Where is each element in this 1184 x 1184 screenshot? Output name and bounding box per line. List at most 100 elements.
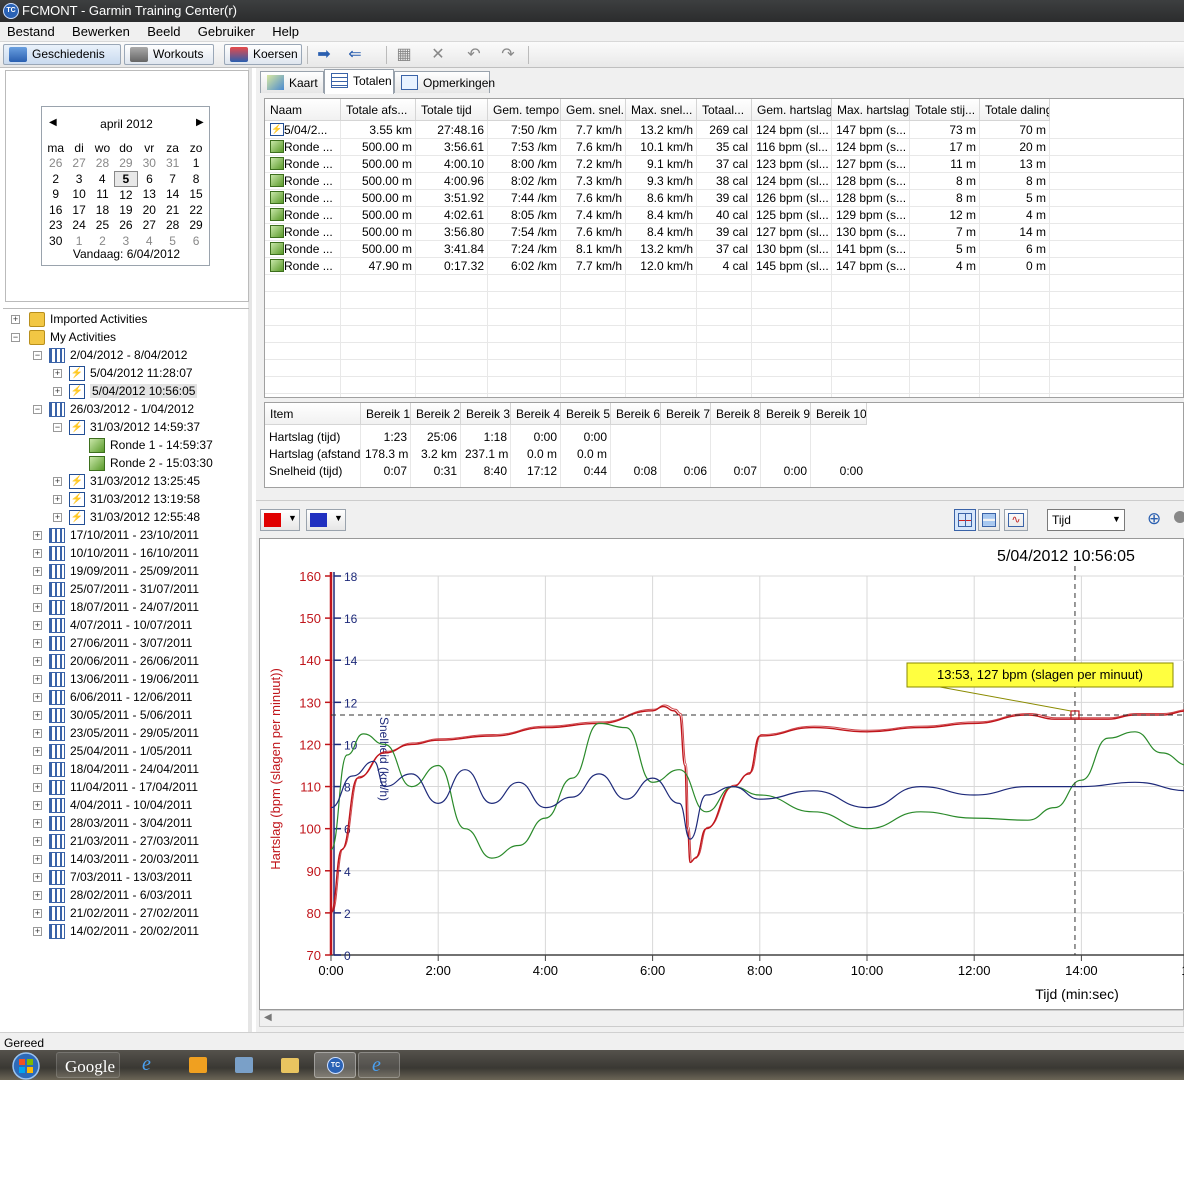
- table-row[interactable]: Ronde ... 47.90 m 0:17.32 6:02 /km 7.7 km/h 1…: [265, 258, 1050, 275]
- calendar-day[interactable]: 28: [91, 156, 114, 172]
- calendar-day[interactable]: 8: [184, 171, 207, 187]
- calendar-day[interactable]: 1: [184, 156, 207, 172]
- calendar-day[interactable]: 18: [91, 202, 114, 218]
- calendar-day[interactable]: 30: [138, 156, 161, 172]
- calendar-day[interactable]: 11: [91, 187, 114, 203]
- column-header[interactable]: Gem. hartslag: [752, 99, 832, 121]
- series2-color-button[interactable]: ▼: [306, 509, 346, 531]
- column-header[interactable]: Totale tijd: [416, 99, 488, 121]
- history-button[interactable]: Geschiedenis: [3, 44, 121, 65]
- table-row[interactable]: Ronde ... 500.00 m 3:51.92 7:44 /km 7.6 km/h…: [265, 190, 1050, 207]
- table-row[interactable]: Hartslag (tijd) 1:23 25:06 1:18 0:00 0:00: [265, 429, 867, 446]
- courses-button[interactable]: Koersen: [224, 44, 302, 65]
- collapse-icon[interactable]: −: [53, 423, 62, 432]
- tree-item-week[interactable]: − 2/04/2012 - 8/04/2012: [9, 347, 249, 365]
- send-to-device-icon[interactable]: ➡: [314, 46, 334, 64]
- tree-item-week[interactable]: +19/09/2011 - 25/09/2011: [9, 563, 249, 581]
- calendar-day[interactable]: 3: [67, 171, 90, 187]
- tree-item-week[interactable]: +30/05/2011 - 5/06/2011: [9, 707, 249, 725]
- tree-item-week[interactable]: +18/04/2011 - 24/04/2011: [9, 761, 249, 779]
- calendar-day[interactable]: 23: [44, 218, 67, 234]
- tree-item-lap[interactable]: Ronde 1 - 14:59:37: [9, 437, 249, 455]
- expand-icon[interactable]: +: [33, 603, 42, 612]
- calendar-day[interactable]: 10: [67, 187, 90, 203]
- calendar-day[interactable]: 4: [91, 171, 114, 187]
- collapse-icon[interactable]: −: [33, 351, 42, 360]
- heart-rate-chart[interactable]: 7080901001101201301401501600246810121416…: [260, 539, 1184, 1011]
- scroll-left-icon[interactable]: ◀: [264, 1012, 272, 1023]
- smoothing-toggle[interactable]: ∿: [1004, 509, 1028, 531]
- taskbar-google[interactable]: Google: [56, 1052, 120, 1078]
- split-view-toggle[interactable]: [978, 509, 1000, 531]
- column-header[interactable]: Item: [265, 403, 361, 425]
- menu-bewerken[interactable]: Bewerken: [65, 22, 137, 39]
- expand-icon[interactable]: +: [33, 747, 42, 756]
- undo-icon[interactable]: ↶: [464, 46, 484, 64]
- tree-item-week[interactable]: +20/06/2011 - 26/06/2011: [9, 653, 249, 671]
- tree-item-lap[interactable]: Ronde 2 - 15:03:30: [9, 455, 249, 473]
- series1-color-button[interactable]: ▼: [260, 509, 300, 531]
- calendar-day[interactable]: 29: [184, 218, 207, 234]
- expand-icon[interactable]: +: [33, 585, 42, 594]
- expand-icon[interactable]: +: [33, 891, 42, 900]
- taskbar-ie-window[interactable]: e: [358, 1052, 400, 1078]
- tree-item-week[interactable]: +13/06/2011 - 19/06/2011: [9, 671, 249, 689]
- column-header[interactable]: Bereik 6: [611, 403, 661, 425]
- calendar-day[interactable]: 22: [184, 202, 207, 218]
- calendar-day[interactable]: 27: [138, 218, 161, 234]
- expand-icon[interactable]: +: [53, 369, 62, 378]
- column-header[interactable]: Bereik 4: [511, 403, 561, 425]
- menu-bestand[interactable]: Bestand: [0, 22, 62, 39]
- crosshair-toggle[interactable]: [954, 509, 976, 531]
- tree-item-week[interactable]: +4/07/2011 - 10/07/2011: [9, 617, 249, 635]
- calendar-day[interactable]: 2: [44, 171, 67, 187]
- receive-from-device-icon[interactable]: ⇐: [340, 46, 370, 64]
- calendar-day[interactable]: 21: [161, 202, 184, 218]
- zoom-out-icon[interactable]: [1174, 511, 1184, 523]
- column-header[interactable]: Bereik 5: [561, 403, 611, 425]
- tree-item-week[interactable]: +6/06/2011 - 12/06/2011: [9, 689, 249, 707]
- calendar-day[interactable]: 12: [114, 187, 137, 203]
- calendar-day[interactable]: 9: [44, 187, 67, 203]
- calendar-day[interactable]: 14: [161, 187, 184, 203]
- tree-item-week[interactable]: +28/02/2011 - 6/03/2011: [9, 887, 249, 905]
- tree-item-week[interactable]: +21/03/2011 - 27/03/2011: [9, 833, 249, 851]
- expand-icon[interactable]: +: [33, 801, 42, 810]
- expand-icon[interactable]: +: [33, 567, 42, 576]
- expand-icon[interactable]: +: [33, 783, 42, 792]
- calendar-day[interactable]: 16: [44, 202, 67, 218]
- expand-icon[interactable]: +: [33, 837, 42, 846]
- taskbar-app[interactable]: [230, 1052, 258, 1078]
- tab-opmerkingen[interactable]: Opmerkingen: [394, 71, 495, 93]
- tree-item-imported[interactable]: + Imported Activities: [9, 311, 249, 329]
- expand-icon[interactable]: +: [33, 531, 42, 540]
- tree-item-week[interactable]: +14/02/2011 - 20/02/2011: [9, 923, 249, 941]
- calendar-day[interactable]: 29: [114, 156, 137, 172]
- column-header[interactable]: Bereik 3: [461, 403, 511, 425]
- calendar-day[interactable]: 20: [138, 202, 161, 218]
- expand-icon[interactable]: +: [33, 621, 42, 630]
- calendar-day[interactable]: 6: [138, 171, 161, 187]
- calendar-day[interactable]: 25: [91, 218, 114, 234]
- taskbar-explorer[interactable]: [276, 1052, 304, 1078]
- tree-item-week[interactable]: +25/07/2011 - 31/07/2011: [9, 581, 249, 599]
- column-header[interactable]: Naam: [265, 99, 341, 121]
- table-row[interactable]: Ronde ... 500.00 m 4:02.61 8:05 /km 7.4 km/h…: [265, 207, 1050, 224]
- column-header[interactable]: Max. hartslag: [832, 99, 910, 121]
- tree-item-activity[interactable]: + ⚡ 5/04/2012 11:28:07: [9, 365, 249, 383]
- column-header[interactable]: Max. snel...: [626, 99, 697, 121]
- calendar-day[interactable]: 26: [44, 156, 67, 172]
- column-header[interactable]: Totaal...: [697, 99, 752, 121]
- expand-icon[interactable]: +: [33, 819, 42, 828]
- menu-beeld[interactable]: Beeld: [140, 22, 187, 39]
- tree-item-week[interactable]: +4/04/2011 - 10/04/2011: [9, 797, 249, 815]
- expand-icon[interactable]: +: [11, 315, 20, 324]
- column-header[interactable]: Bereik 9: [761, 403, 811, 425]
- calendar-day[interactable]: 19: [114, 202, 137, 218]
- table-row[interactable]: Ronde ... 500.00 m 4:00.96 8:02 /km 7.3 km/h…: [265, 173, 1050, 190]
- column-header[interactable]: Gem. snel...: [561, 99, 626, 121]
- calendar-day[interactable]: 15: [184, 187, 207, 203]
- tree-item-activity[interactable]: + ⚡ 31/03/2012 13:25:45: [9, 473, 249, 491]
- redo-icon[interactable]: ↷: [498, 46, 518, 64]
- tree-item-week[interactable]: +10/10/2011 - 16/10/2011: [9, 545, 249, 563]
